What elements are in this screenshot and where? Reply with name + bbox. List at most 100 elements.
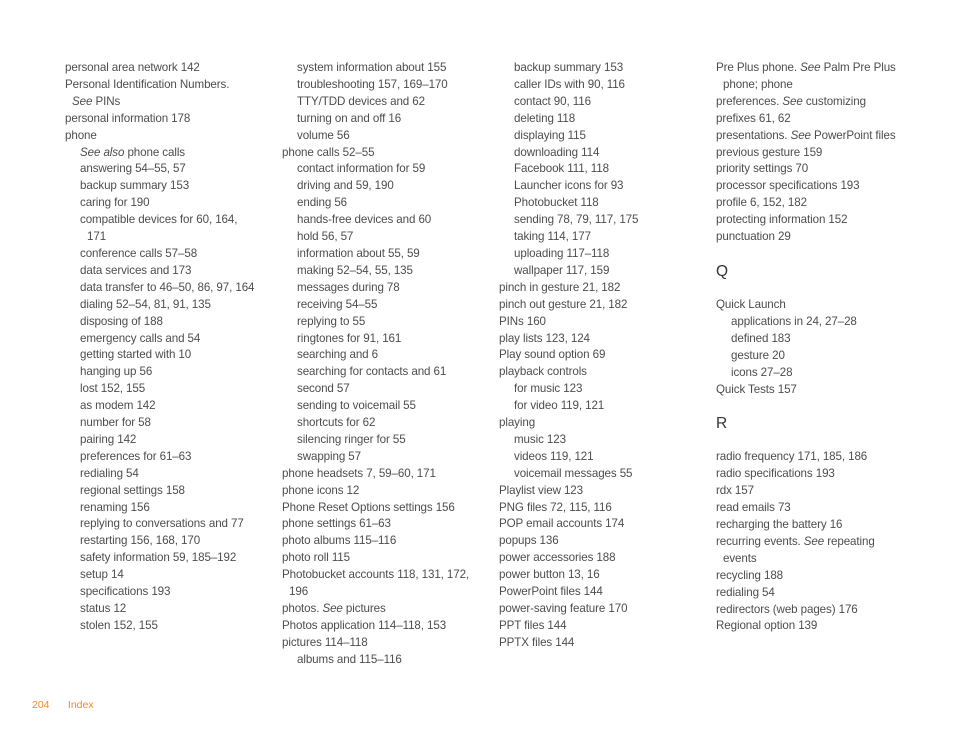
index-subentry: redialing 54	[80, 466, 139, 480]
index-entry: Regional option 139	[716, 619, 818, 633]
index-subentry: caring for 190	[80, 196, 150, 210]
index-subentry: system information about 155	[297, 61, 447, 74]
index-subentry: information about 55, 59	[297, 246, 420, 260]
index-entry: redialing 54	[716, 585, 775, 599]
index-subentry: answering 54–55, 57	[80, 162, 186, 176]
index-entry: pinch in gesture 21, 182	[499, 280, 621, 294]
index-subentry: for video 119, 121	[514, 399, 605, 413]
index-subentry: music 123	[514, 432, 566, 446]
index-subentry: deleting 118	[514, 111, 576, 125]
index-subentry: See also phone calls	[80, 145, 186, 159]
index-subentry: setup 14	[80, 568, 124, 582]
index-subentry: voicemail messages 55	[514, 466, 633, 480]
index-subentry: applications in 24, 27–28	[731, 314, 857, 328]
index-entry: preferences. See customizing	[716, 94, 866, 108]
index-entry: See PINs	[72, 94, 121, 108]
index-entry: phone calls 52–55	[282, 145, 375, 159]
cross-reference-label: See also	[80, 145, 125, 159]
index-entry: photo albums 115–116	[282, 534, 397, 548]
index-subentry: disposing of 188	[80, 314, 163, 328]
index-entry: presentations. See PowerPoint files	[716, 128, 896, 142]
index-entry: phone	[65, 128, 97, 142]
index-entry: popups 136	[499, 534, 559, 548]
index-column-1: personal area network 142 Personal Identi…	[65, 60, 255, 635]
index-subentry: albums and 115–116	[297, 652, 402, 666]
index-entry: rdx 157	[716, 484, 754, 498]
index-entry: prefixes 61, 62	[716, 111, 791, 125]
index-subentry: data services and 173	[80, 263, 192, 277]
index-entry: phone icons 12	[282, 483, 360, 497]
index-entry: radio frequency 171, 185, 186	[716, 450, 868, 464]
index-column-4: Pre Plus phone. See Palm Pre Plus phone;…	[716, 60, 906, 635]
index-subentry: compatible devices for 60, 164, 171	[80, 213, 238, 244]
index-entry: redirectors (web pages) 176	[716, 602, 858, 616]
index-entry: phone settings 61–63	[282, 517, 391, 531]
index-entry: recycling 188	[716, 568, 784, 582]
index-entry: Phone Reset Options settings 156	[282, 500, 455, 514]
index-entry: photos. See pictures	[282, 602, 386, 615]
index-subentry: number for 58	[80, 416, 151, 430]
index-subentry: taking 114, 177	[514, 230, 591, 244]
index-entry: personal area network 142	[65, 61, 200, 74]
index-entry: recharging the battery 16	[716, 518, 843, 532]
cross-reference-label: See	[322, 602, 343, 615]
index-entry: profile 6, 152, 182	[716, 196, 807, 210]
index-entry: personal information 178	[65, 111, 191, 125]
index-subentry: safety information 59, 185–192	[80, 551, 237, 565]
index-entry: PINs 160	[499, 314, 546, 328]
index-subentry: Launcher icons for 93	[514, 179, 624, 193]
page-number: 204	[32, 699, 50, 711]
index-entry: Pre Plus phone. See Palm Pre Plus phone;…	[716, 61, 896, 91]
index-subentry: hanging up 56	[80, 365, 153, 379]
index-entry: read emails 73	[716, 501, 791, 515]
index-entry: playback controls	[499, 365, 587, 379]
index-subentry: swapping 57	[297, 449, 362, 463]
index-subentry: pairing 142	[80, 432, 137, 446]
index-entry: pinch out gesture 21, 182	[499, 297, 628, 311]
index-subentry: emergency calls and 54	[80, 331, 201, 345]
index-column-3: backup summary 153 caller IDs with 90, 11…	[499, 60, 689, 652]
index-entry: Quick Tests 157	[716, 382, 797, 396]
index-subentry: specifications 193	[80, 585, 171, 599]
index-subentry: contact information for 59	[297, 162, 426, 176]
index-subentry: messages during 78	[297, 280, 400, 294]
index-subentry: wallpaper 117, 159	[514, 263, 610, 277]
index-entry: phone headsets 7, 59–60, 171	[282, 466, 436, 480]
index-subentry: conference calls 57–58	[80, 246, 198, 260]
index-subentry: displaying 115	[514, 128, 586, 142]
index-entry: protecting information 152	[716, 213, 848, 227]
index-entry: pictures 114–118	[282, 635, 368, 649]
index-subentry: ringtones for 91, 161	[297, 331, 402, 345]
index-subentry: lost 152, 155	[80, 382, 146, 396]
index-entry: processor specifications 193	[716, 179, 860, 193]
index-subentry: regional settings 158	[80, 483, 185, 497]
index-letter-heading: R	[716, 415, 728, 433]
index-entry: radio specifications 193	[716, 467, 835, 481]
index-entry: punctuation 29	[716, 230, 791, 244]
index-subentry: dialing 52–54, 81, 91, 135	[80, 297, 211, 311]
index-subentry: icons 27–28	[731, 365, 793, 379]
index-subentry: hold 56, 57	[297, 230, 354, 244]
index-subentry: hands-free devices and 60	[297, 213, 432, 227]
index-subentry: gesture 20	[731, 348, 785, 362]
index-entry: playing	[499, 416, 536, 430]
index-entry: power accessories 188	[499, 551, 616, 565]
index-letter-heading: Q	[716, 262, 728, 280]
index-subentry: troubleshooting 157, 169–170	[297, 77, 448, 91]
index-subentry: second 57	[297, 382, 350, 396]
index-subentry: renaming 156	[80, 500, 150, 514]
index-subentry: sending 78, 79, 117, 175	[514, 213, 639, 227]
index-subentry: ending 56	[297, 196, 348, 210]
index-entry: Personal Identification Numbers.	[65, 77, 230, 91]
index-subentry: data transfer to 46–50, 86, 97, 164	[80, 280, 255, 294]
index-subentry: replying to 55	[297, 314, 366, 328]
cross-reference-label: See	[782, 94, 803, 108]
index-subentry: as modem 142	[80, 399, 156, 413]
cross-reference-label: See	[72, 94, 93, 108]
index-subentry: searching and 6	[297, 348, 379, 362]
index-entry: power button 13, 16	[499, 568, 600, 582]
index-entry: PPTX files 144	[499, 635, 575, 649]
index-subentry: backup summary 153	[514, 61, 624, 74]
index-entry: recurring events. See repeating events	[716, 534, 875, 565]
index-subentry: replying to conversations and 77	[80, 517, 244, 531]
